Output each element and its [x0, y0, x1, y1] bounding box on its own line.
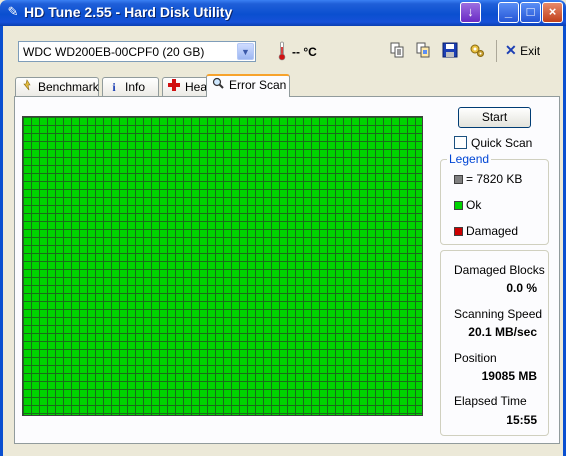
minimize-button[interactable]: _ [498, 2, 519, 23]
quick-scan-label: Quick Scan [471, 136, 533, 150]
chevron-down-icon[interactable]: ▼ [237, 43, 254, 60]
scanning-speed-label: Scanning Speed [454, 307, 543, 321]
legend-item-label: Ok [466, 198, 482, 212]
thermometer-icon [278, 41, 286, 61]
damaged-blocks-value: 0.0 % [506, 281, 537, 295]
tab-info-label: Info [125, 80, 146, 94]
legend-item-label: Damaged [466, 224, 519, 238]
app-icon: ✎ [7, 4, 19, 19]
benchmark-icon [20, 78, 34, 96]
close-button[interactable]: × [542, 2, 563, 23]
quick-scan-checkbox[interactable] [454, 136, 467, 149]
copy-text-icon[interactable] [388, 42, 406, 60]
block-size-swatch [454, 175, 463, 185]
info-icon: i [112, 80, 116, 94]
exit-icon: ✕ [505, 42, 517, 58]
tab-info[interactable]: i Info [102, 77, 159, 96]
statistics-group: Damaged Blocks 0.0 % Scanning Speed 20.1… [440, 250, 549, 436]
exit-label: Exit [520, 44, 541, 58]
drive-select-value: WDC WD200EB-00CPF0 (20 GB) [23, 45, 205, 59]
start-button[interactable]: Start [458, 107, 531, 128]
options-icon[interactable] [468, 42, 486, 60]
drive-select[interactable]: WDC WD200EB-00CPF0 (20 GB) ▼ [18, 41, 256, 62]
ok-blocks-grid [23, 117, 422, 415]
title-bar: ✎ HD Tune 2.55 - Hard Disk Utility ↓ _ □… [0, 0, 566, 26]
window-title: HD Tune 2.55 - Hard Disk Utility [24, 4, 233, 20]
tab-error-scan[interactable]: Error Scan [206, 74, 290, 97]
desktop-strip [566, 0, 576, 456]
legend-item-block-size: = 7820 KB [454, 172, 522, 186]
damaged-swatch [454, 227, 463, 237]
window-frame-left [0, 26, 3, 456]
legend-item-label: = 7820 KB [466, 172, 523, 186]
legend-item-ok: Ok [454, 198, 481, 212]
copy-screenshot-icon[interactable] [414, 42, 432, 60]
toolbar-separator [496, 40, 497, 62]
health-icon [167, 78, 181, 96]
maximize-button[interactable]: □ [520, 2, 541, 23]
maximize-icon: □ [526, 4, 535, 19]
position-label: Position [454, 351, 497, 365]
close-icon: × [548, 4, 557, 19]
tab-error-scan-label: Error Scan [229, 78, 287, 92]
legend-group: Legend = 7820 KB Ok Damaged [440, 152, 549, 245]
tab-benchmark[interactable]: Benchmark [15, 77, 99, 96]
damaged-blocks-label: Damaged Blocks [454, 263, 545, 277]
magnifier-icon [211, 76, 225, 94]
elapsed-time-value: 15:55 [506, 413, 537, 427]
download-icon: ↓ [467, 4, 474, 19]
position-value: 19085 MB [481, 369, 537, 383]
elapsed-time-label: Elapsed Time [454, 394, 527, 408]
scanning-speed-value: 20.1 MB/sec [468, 325, 537, 339]
legend-title: Legend [447, 152, 492, 166]
tab-benchmark-label: Benchmark [38, 80, 99, 94]
scan-block-map [22, 116, 423, 416]
minimize-icon: _ [504, 4, 513, 19]
ok-swatch [454, 201, 463, 211]
temperature-readout: -- °C [292, 45, 317, 59]
exit-button[interactable]: ✕ Exit [505, 42, 540, 60]
save-icon[interactable] [441, 42, 459, 60]
legend-item-damaged: Damaged [454, 224, 518, 238]
download-button[interactable]: ↓ [460, 2, 481, 23]
